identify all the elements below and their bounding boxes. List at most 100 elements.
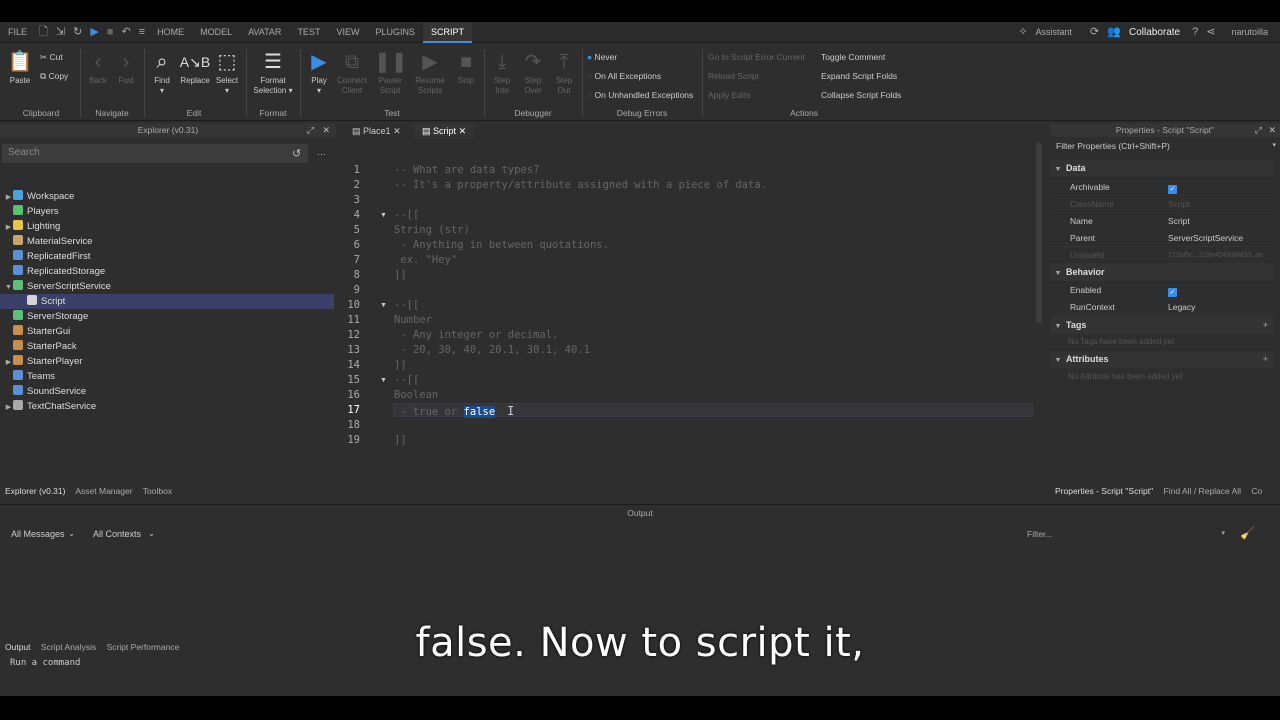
tab-avatar[interactable]: AVATAR xyxy=(240,22,289,43)
share-icon[interactable]: ⋖ xyxy=(1202,22,1219,43)
tab-script[interactable]: SCRIPT xyxy=(422,21,472,43)
explorer-item-replicatedfirst[interactable]: ReplicatedFirst xyxy=(0,249,334,264)
explorer-item-starterpack[interactable]: StarterPack xyxy=(0,339,334,354)
tab-explorer[interactable]: Explorer (v0.31) xyxy=(5,486,65,496)
expand-arrow-icon[interactable]: ▶ xyxy=(4,220,13,235)
code-line[interactable]: Boolean xyxy=(394,389,438,401)
expand-folds-button[interactable]: Expand Script Folds xyxy=(821,71,897,81)
explorer-item-startergui[interactable]: StarterGui xyxy=(0,324,334,339)
play-button[interactable]: ▶ Play ▾ xyxy=(304,50,334,96)
pause-script-button[interactable]: ❚❚ Pause Script xyxy=(374,50,408,96)
explorer-item-workspace[interactable]: ▶ Workspace xyxy=(0,189,334,204)
tab-plugins[interactable]: PLUGINS xyxy=(367,22,423,43)
tab-script-editor[interactable]: ▤ Script ✕ xyxy=(414,123,475,139)
tab-toolbox[interactable]: Toolbox xyxy=(143,486,172,496)
properties-filter-input[interactable]: Filter Properties (Ctrl+Shift+P) xyxy=(1050,139,1278,154)
expand-arrow-icon[interactable]: ▶ xyxy=(4,190,13,205)
redo-icon[interactable]: ↻ xyxy=(69,22,86,43)
section-tags[interactable]: ▼ Tags + xyxy=(1050,317,1274,334)
back-button[interactable]: ‹ Back xyxy=(86,50,110,86)
section-data[interactable]: ▼ Data xyxy=(1050,160,1274,177)
debug-never-option[interactable]: ● Never xyxy=(587,52,617,62)
code-line[interactable]: - true or false I xyxy=(394,404,514,418)
debug-all-exceptions-option[interactable]: ○ On All Exceptions xyxy=(587,71,661,81)
new-file-icon[interactable]: 🗋 xyxy=(35,22,52,43)
selected-text[interactable]: false xyxy=(463,406,496,418)
tab-find-replace[interactable]: Find All / Replace All xyxy=(1164,486,1241,496)
fold-toggle-icon[interactable]: ▼ xyxy=(380,302,387,309)
fwd-button[interactable]: › Fwd xyxy=(114,50,138,86)
add-icon[interactable]: + xyxy=(1263,351,1268,368)
checkbox-checked[interactable]: ✓ xyxy=(1168,288,1177,297)
tab-place1[interactable]: ▤ Place1 ✕ xyxy=(344,123,409,139)
debug-unhandled-option[interactable]: ○ On Unhandled Exceptions xyxy=(587,90,693,100)
undo-icon[interactable]: ↶ xyxy=(117,22,134,43)
copy-button[interactable]: ⧉ Copy xyxy=(40,71,68,82)
format-selection-button[interactable]: ☰ Format Selection ▾ xyxy=(250,50,296,96)
code-line[interactable]: - Any integer or decimal. xyxy=(394,329,558,341)
prop-value-input[interactable]: ServerScriptService xyxy=(1168,230,1243,247)
tab-test[interactable]: TEST xyxy=(289,22,328,43)
connect-client-button[interactable]: ⧉ Connect Client xyxy=(336,50,368,96)
code-line[interactable]: ]] xyxy=(394,269,407,281)
tab-file[interactable]: FILE xyxy=(0,22,35,43)
expand-arrow-icon[interactable]: ▶ xyxy=(4,355,13,370)
clear-output-icon[interactable]: 🧹 xyxy=(1240,526,1255,540)
undock-icon[interactable]: ⤢ xyxy=(1255,123,1262,137)
explorer-item-script[interactable]: Script xyxy=(0,294,334,309)
tab-properties[interactable]: Properties - Script "Script" xyxy=(1055,486,1153,496)
tab-model[interactable]: MODEL xyxy=(192,22,240,43)
explorer-item-lighting[interactable]: ▶ Lighting xyxy=(0,219,334,234)
step-out-button[interactable]: ⤒ Step Out xyxy=(550,50,578,96)
output-filter-input[interactable]: Filter... ▾ xyxy=(1020,524,1232,542)
tab-home[interactable]: HOME xyxy=(149,22,192,43)
step-over-button[interactable]: ↷ Step Over xyxy=(519,50,547,96)
explorer-item-serverstorage[interactable]: ServerStorage xyxy=(0,309,334,324)
toggle-comment-button[interactable]: Toggle Comment xyxy=(821,52,885,62)
explorer-item-starterplayer[interactable]: ▶ StarterPlayer xyxy=(0,354,334,369)
vertical-scrollbar[interactable] xyxy=(1036,143,1042,323)
code-line[interactable]: - 20, 30, 40, 20.1, 30.1, 40.1 xyxy=(394,344,590,356)
code-line[interactable]: Number xyxy=(394,314,432,326)
explorer-item-teams[interactable]: Teams xyxy=(0,369,334,384)
code-line[interactable]: ]] xyxy=(394,434,407,446)
more-icon[interactable]: ⋯ xyxy=(317,147,326,161)
explorer-item-serverscriptservice[interactable]: ▼ ServerScriptService xyxy=(0,279,334,294)
cut-button[interactable]: ✂ Cut xyxy=(40,52,63,63)
section-behavior[interactable]: ▼ Behavior xyxy=(1050,264,1274,281)
chevron-down-icon[interactable]: ▾ xyxy=(1272,139,1276,153)
expand-arrow-icon[interactable]: ▼ xyxy=(4,280,13,295)
collapse-folds-button[interactable]: Collapse Script Folds xyxy=(821,90,901,100)
checkbox-checked[interactable]: ✓ xyxy=(1168,185,1177,194)
tab-asset-manager[interactable]: Asset Manager xyxy=(75,486,132,496)
code-line[interactable]: ex. "Hey" xyxy=(394,254,457,266)
apply-edits-button[interactable]: Apply Edits xyxy=(708,90,751,100)
replace-button[interactable]: A↘B Replace xyxy=(179,50,211,86)
open-file-icon[interactable]: ⇲ xyxy=(52,22,69,43)
explorer-item-materialservice[interactable]: MaterialService xyxy=(0,234,334,249)
close-icon[interactable]: ✕ xyxy=(393,126,401,136)
section-attributes[interactable]: ▼ Attributes + xyxy=(1050,351,1274,368)
user-menu[interactable]: narutoilla xyxy=(1227,22,1272,43)
expand-arrow-icon[interactable]: ▶ xyxy=(4,400,13,415)
explorer-item-replicatedstorage[interactable]: ReplicatedStorage xyxy=(0,264,334,279)
paste-button[interactable]: 📋 Paste xyxy=(6,50,34,86)
code-line[interactable]: String (str) xyxy=(394,224,470,236)
tab-more[interactable]: Co xyxy=(1251,486,1262,496)
code-line[interactable]: --[[ xyxy=(394,374,419,386)
assistant-button[interactable]: Assistant xyxy=(1032,22,1077,43)
close-icon[interactable]: ✕ xyxy=(1268,123,1276,137)
messages-filter-dropdown[interactable]: All Messages ⌄ xyxy=(4,524,80,542)
code-line[interactable]: ]] xyxy=(394,359,407,371)
explorer-item-soundservice[interactable]: SoundService xyxy=(0,384,334,399)
collaborate-button[interactable]: Collaborate xyxy=(1125,22,1184,43)
tab-view[interactable]: VIEW xyxy=(328,22,367,43)
find-button[interactable]: ⌕ Find ▾ xyxy=(148,50,176,96)
goto-script-error-button[interactable]: Go to Script Error Current xyxy=(708,52,805,62)
customize-icon[interactable]: ≡ xyxy=(135,22,149,43)
code-line[interactable]: --[[ xyxy=(394,299,419,311)
step-into-button[interactable]: ⤓ Step Into xyxy=(488,50,516,96)
add-icon[interactable]: + xyxy=(1263,317,1268,334)
quick-stop-icon[interactable]: ■ xyxy=(103,22,118,43)
reload-script-button[interactable]: Reload Script xyxy=(708,71,759,81)
